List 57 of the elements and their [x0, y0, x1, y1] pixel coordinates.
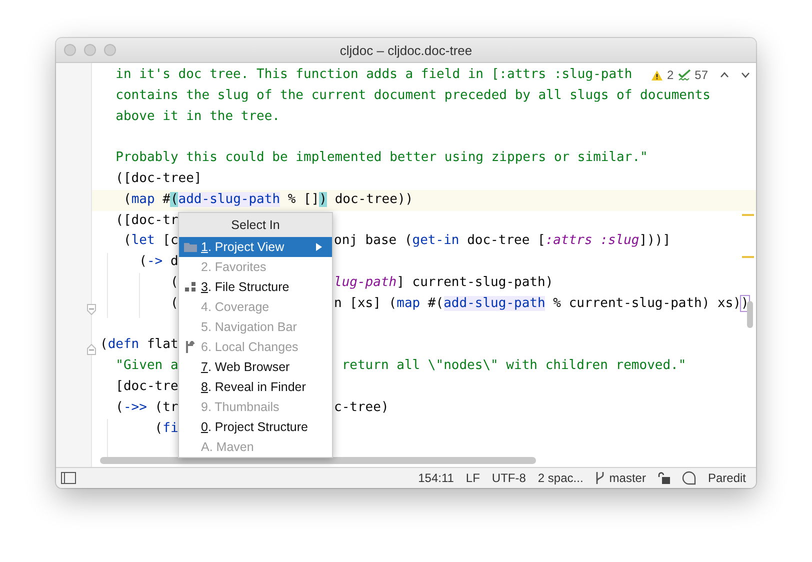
- warning-marker[interactable]: [742, 256, 754, 258]
- line-separator[interactable]: LF: [466, 471, 480, 485]
- code-line: (-> d: [138, 254, 178, 270]
- code-line: [doc-tre: [114, 378, 178, 394]
- lock-icon[interactable]: [658, 472, 670, 484]
- scrollbar-thumb[interactable]: [100, 457, 536, 464]
- code-line: (let [c: [122, 233, 178, 248]
- code-line: return all \"nodes\" with children removed.": [340, 357, 686, 376]
- code-line: ([doc-tree]: [114, 170, 202, 188]
- chat-bubble-icon[interactable]: [682, 471, 696, 485]
- minimize-button[interactable]: [84, 44, 96, 56]
- menu-item[interactable]: 1. Project View: [179, 237, 332, 257]
- code-line: (: [169, 274, 178, 290]
- git-branch[interactable]: master: [609, 471, 646, 485]
- code-line: (->> (tr: [114, 400, 178, 415]
- warning-count: 2: [666, 68, 674, 82]
- panel-toggle-icon[interactable]: [61, 472, 76, 484]
- fold-icon[interactable]: [87, 304, 96, 315]
- menu-item[interactable]: 0. Project Structure: [179, 417, 332, 437]
- code-line: (: [169, 296, 178, 311]
- warning-icon[interactable]: [650, 70, 663, 80]
- code-line: in it's doc tree. This function adds a field in [:attrs :slug-path: [114, 66, 632, 84]
- scrollbar-thumb[interactable]: [747, 301, 753, 328]
- file-encoding[interactable]: UTF-8: [492, 471, 526, 485]
- code-line: Probably this could be implemented better using zippers or similar.": [114, 149, 648, 168]
- editor-mode[interactable]: Paredit: [708, 471, 746, 485]
- menu-item[interactable]: 8. Reveal in Finder: [179, 377, 332, 397]
- code-line: c-tree): [334, 398, 389, 417]
- submenu-arrow-icon: [316, 243, 322, 251]
- code-line: n [xs] (map #(add-slug-path % current-slug-path) xs)): [334, 294, 749, 313]
- code-line: above it in the tree.: [114, 108, 280, 126]
- popup-title: Select In: [179, 213, 332, 237]
- indent-setting[interactable]: 2 spac...: [538, 471, 584, 485]
- code-line: (defn flat: [100, 337, 178, 352]
- code-line: ([doc-tr: [114, 212, 178, 228]
- code-line: "Given a: [114, 358, 178, 374]
- fold-icon[interactable]: [87, 344, 96, 355]
- zoom-button[interactable]: [104, 44, 116, 56]
- folder-icon: [184, 242, 196, 252]
- menu-item[interactable]: 3. File Structure: [179, 277, 332, 297]
- code-line: (fi: [154, 420, 178, 436]
- code-line: lug-path] current-slug-path): [334, 274, 554, 292]
- caret-position[interactable]: 154:11: [418, 471, 454, 485]
- structure-icon: [184, 282, 196, 292]
- next-icon[interactable]: [741, 72, 750, 78]
- code-line: onj base (get-in doc-tree [:attrs :slug]))]: [334, 232, 671, 250]
- menu-item[interactable]: 7. Web Browser: [179, 357, 332, 377]
- branch-icon: [595, 471, 606, 485]
- warning-marker[interactable]: [742, 214, 754, 216]
- window-title: cljdoc – cljdoc.doc-tree: [340, 42, 472, 58]
- previous-icon[interactable]: [720, 72, 729, 78]
- check-count: 57: [694, 68, 708, 82]
- close-button[interactable]: [64, 44, 76, 56]
- code-line: contains the slug of the current document preceded by all slugs of documents: [114, 86, 710, 105]
- check-icon[interactable]: [678, 69, 691, 81]
- branch-icon: [184, 341, 196, 353]
- code-line: (map #(add-slug-path % []) doc-tree)): [122, 190, 414, 209]
